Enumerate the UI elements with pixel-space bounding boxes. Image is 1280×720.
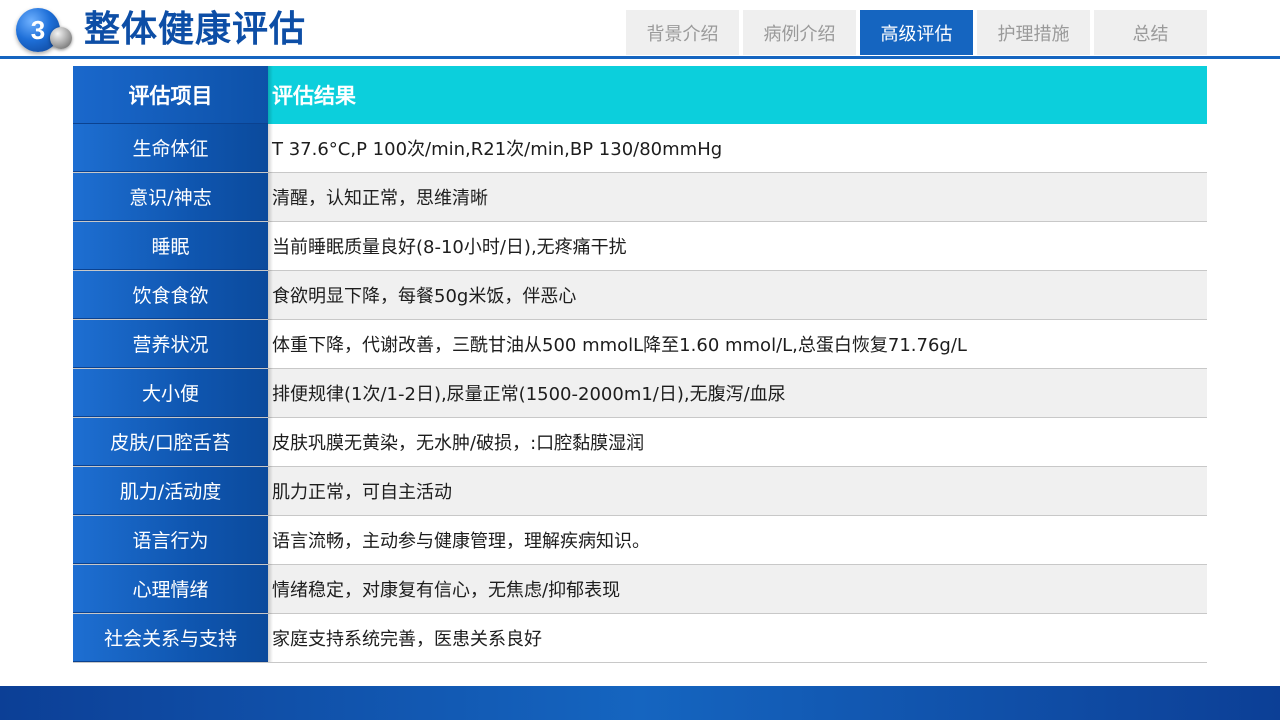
row-result: 排便规律(1次/1-2日),尿量正常(1500-2000m1/日),无腹泻/血尿 [268,369,1207,417]
row-result: 清醒，认知正常，思维清晰 [268,173,1207,221]
header-result: 评估结果 [268,66,1207,124]
row-result: 肌力正常，可自主活动 [268,467,1207,515]
row-item: 营养状况 [73,320,268,368]
row-result: 家庭支持系统完善，医患关系良好 [268,614,1207,662]
row-item: 意识/神志 [73,173,268,221]
row-item: 大小便 [73,369,268,417]
tab-summary[interactable]: 总结 [1094,10,1207,55]
table-row: 生命体征 T 37.6°C,P 100次/min,R21次/min,BP 130… [73,124,1207,173]
page-title: 整体健康评估 [84,9,307,50]
row-item: 睡眠 [73,222,268,270]
table-row: 饮食食欲 食欲明显下降，每餐50g米饭，伴恶心 [73,271,1207,320]
row-item: 生命体征 [73,124,268,172]
assessment-table: 评估项目 评估结果 生命体征 T 37.6°C,P 100次/min,R21次/… [73,66,1207,663]
row-item: 肌力/活动度 [73,467,268,515]
row-result: T 37.6°C,P 100次/min,R21次/min,BP 130/80mm… [268,124,1207,172]
header-item: 评估项目 [73,66,268,124]
row-result: 情绪稳定，对康复有信心，无焦虑/抑郁表现 [268,565,1207,613]
table-row: 睡眠 当前睡眠质量良好(8-10小时/日),无疼痛干扰 [73,222,1207,271]
table-row: 皮肤/口腔舌苔 皮肤巩膜无黄染，无水肿/破损，:口腔黏膜湿润 [73,418,1207,467]
tab-assessment[interactable]: 高级评估 [860,10,973,55]
tab-nursing[interactable]: 护理措施 [977,10,1090,55]
tab-case[interactable]: 病例介绍 [743,10,856,55]
table-row: 意识/神志 清醒，认知正常，思维清晰 [73,173,1207,222]
slide-header: 3 整体健康评估 背景介绍 病例介绍 高级评估 护理措施 总结 [0,0,1280,60]
row-result: 体重下降，代谢改善，三酰甘油从500 mmolL降至1.60 mmol/L,总蛋… [268,320,1207,368]
row-result: 皮肤巩膜无黄染，无水肿/破损，:口腔黏膜湿润 [268,418,1207,466]
row-result: 当前睡眠质量良好(8-10小时/日),无疼痛干扰 [268,222,1207,270]
row-result: 食欲明显下降，每餐50g米饭，伴恶心 [268,271,1207,319]
section-number: 3 [30,14,46,45]
row-item: 皮肤/口腔舌苔 [73,418,268,466]
row-item: 语言行为 [73,516,268,564]
table-row: 营养状况 体重下降，代谢改善，三酰甘油从500 mmolL降至1.60 mmol… [73,320,1207,369]
table-row: 语言行为 语言流畅，主动参与健康管理，理解疾病知识。 [73,516,1207,565]
tab-background[interactable]: 背景介绍 [626,10,739,55]
table-row: 肌力/活动度 肌力正常，可自主活动 [73,467,1207,516]
table-row: 大小便 排便规律(1次/1-2日),尿量正常(1500-2000m1/日),无腹… [73,369,1207,418]
row-item: 心理情绪 [73,565,268,613]
row-result: 语言流畅，主动参与健康管理，理解疾病知识。 [268,516,1207,564]
table-header-row: 评估项目 评估结果 [73,66,1207,124]
row-item: 饮食食欲 [73,271,268,319]
footer-bar [0,686,1280,720]
table-row: 社会关系与支持 家庭支持系统完善，医患关系良好 [73,614,1207,663]
decorative-ball-icon [50,27,72,49]
title-divider [0,56,1280,59]
nav-tabs: 背景介绍 病例介绍 高级评估 护理措施 总结 [626,10,1207,55]
row-item: 社会关系与支持 [73,614,268,662]
table-row: 心理情绪 情绪稳定，对康复有信心，无焦虑/抑郁表现 [73,565,1207,614]
